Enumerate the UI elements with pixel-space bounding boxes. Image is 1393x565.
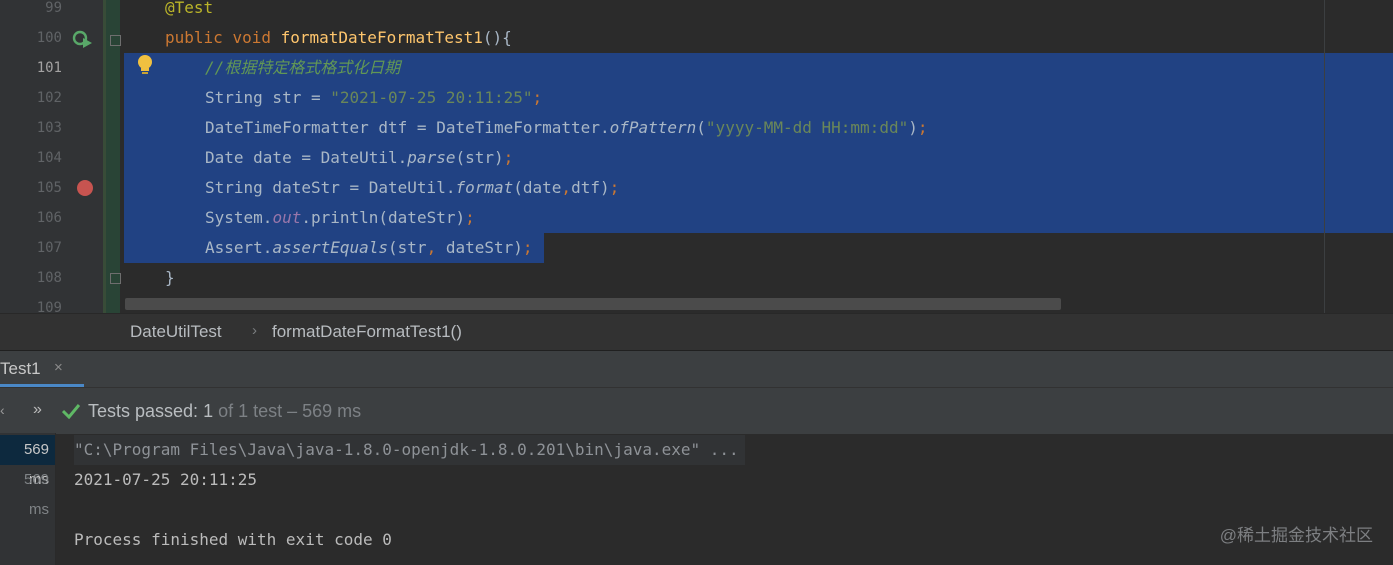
- test-status: Tests passed: 1 of 1 test – 569 ms: [88, 401, 362, 421]
- line-number: 109: [36, 300, 62, 313]
- test-tree-row[interactable]: 569 ms: [0, 465, 55, 518]
- breadcrumb-class[interactable]: DateUtilTest: [130, 322, 222, 342]
- test-tree-row[interactable]: 569 ms: [0, 435, 55, 488]
- code-line-99[interactable]: @Test: [165, 0, 213, 23]
- fold-marker-icon[interactable]: [110, 35, 121, 46]
- lightbulb-icon[interactable]: [136, 54, 154, 76]
- fold-marker-icon[interactable]: [110, 273, 121, 284]
- test-toolbar: ‹ » Tests passed: 1 of 1 test – 569 ms: [0, 387, 1393, 434]
- more-actions-icon[interactable]: »: [33, 401, 42, 419]
- line-number: 104: [36, 150, 62, 166]
- close-icon[interactable]: ×: [54, 359, 63, 376]
- console-command-line: "C:\Program Files\Java\java-1.8.0-openjd…: [74, 435, 745, 465]
- run-tool-window: Test1 × ‹ » Tests passed: 1 of 1 test – …: [0, 350, 1393, 565]
- check-icon: [62, 404, 80, 419]
- line-number: 106: [36, 210, 62, 226]
- breakpoint-icon[interactable]: [77, 180, 93, 196]
- vcs-change-marker: [103, 0, 120, 313]
- line-number: 108: [36, 270, 62, 286]
- tab-label: Test1: [0, 359, 41, 378]
- line-number: 105: [36, 180, 62, 196]
- breadcrumb: DateUtilTest › formatDateFormatTest1(): [0, 313, 1393, 351]
- console-exit-line: Process finished with exit code 0: [74, 530, 392, 549]
- right-margin-guide: [1324, 0, 1325, 313]
- code-line-103[interactable]: DateTimeFormatter dtf = DateTimeFormatte…: [205, 113, 928, 143]
- editor-gutter[interactable]: 99 100 101 102 103 104 105 106 107 108 1…: [0, 0, 103, 313]
- code-line-108[interactable]: }: [165, 263, 175, 293]
- code-line-100[interactable]: public void formatDateFormatTest1(){: [165, 23, 512, 53]
- breadcrumb-separator: ›: [252, 322, 257, 339]
- line-number: 103: [36, 120, 62, 136]
- code-line-107[interactable]: Assert.assertEquals(str, dateStr);: [205, 233, 533, 263]
- test-tree[interactable]: 569 ms 569 ms: [0, 433, 56, 565]
- code-line-104[interactable]: Date date = DateUtil.parse(str);: [205, 143, 513, 173]
- code-line-101[interactable]: //根据特定格式格式化日期: [205, 53, 400, 83]
- console-output-line: 2021-07-25 20:11:25: [74, 470, 258, 489]
- tab-test1[interactable]: Test1 ×: [0, 351, 84, 387]
- line-number: 100: [36, 30, 62, 46]
- horizontal-scrollbar[interactable]: [125, 298, 1061, 310]
- run-test-icon[interactable]: [72, 29, 94, 49]
- line-number: 99: [45, 0, 62, 16]
- breadcrumb-method[interactable]: formatDateFormatTest1(): [272, 322, 462, 342]
- code-editor[interactable]: 99 100 101 102 103 104 105 106 107 108 1…: [0, 0, 1393, 313]
- line-number-current: 101: [36, 60, 62, 76]
- watermark: @稀土掘金技术社区: [1219, 526, 1373, 545]
- toolbar-collapse-icon[interactable]: ‹: [0, 402, 5, 418]
- code-line-102[interactable]: String str = "2021-07-25 20:11:25";: [205, 83, 542, 113]
- line-number: 102: [36, 90, 62, 106]
- line-number: 107: [36, 240, 62, 256]
- code-line-105[interactable]: String dateStr = DateUtil.format(date,dt…: [205, 173, 619, 203]
- run-tab-bar: Test1 ×: [0, 351, 1393, 387]
- console-output[interactable]: "C:\Program Files\Java\java-1.8.0-openjd…: [55, 433, 1393, 565]
- code-line-106[interactable]: System.out.println(dateStr);: [205, 203, 475, 233]
